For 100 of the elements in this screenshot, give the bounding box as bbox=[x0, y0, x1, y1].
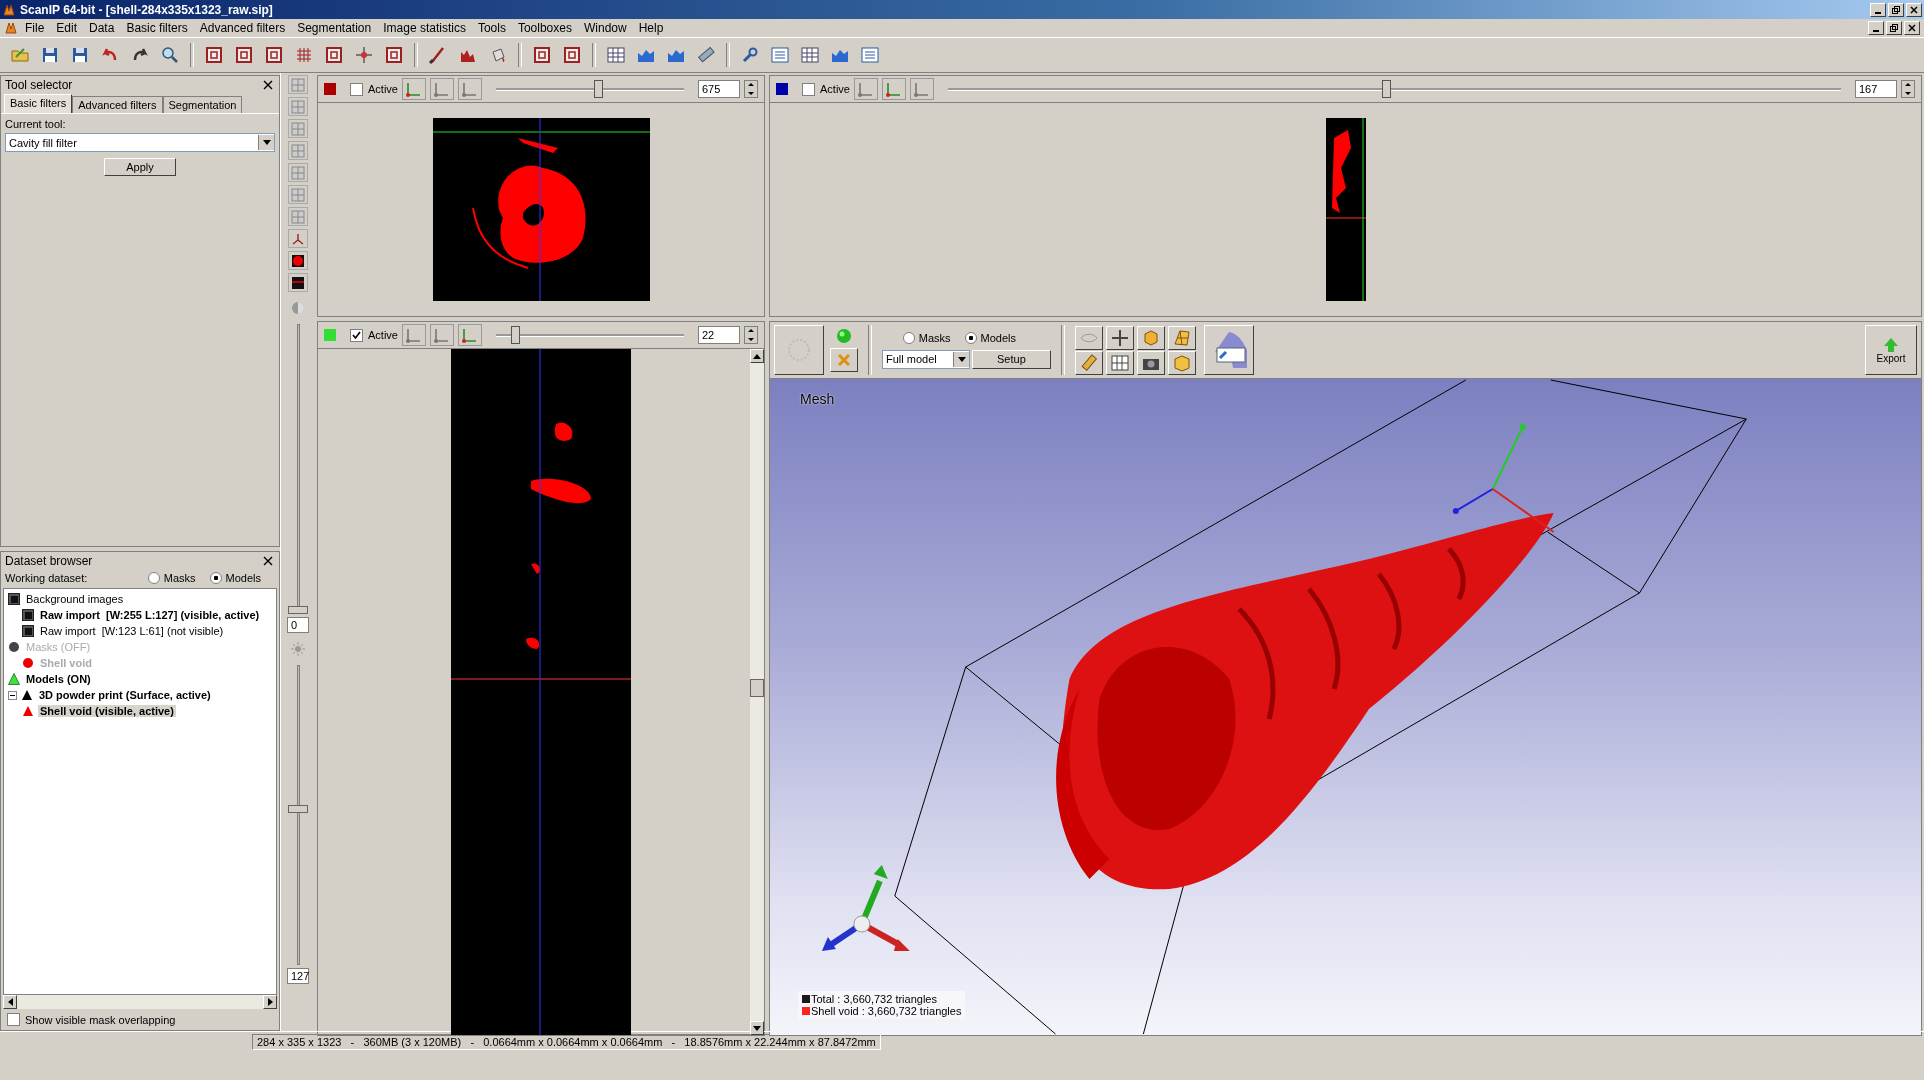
close-button[interactable] bbox=[261, 78, 275, 92]
scrollbar-thumb[interactable] bbox=[750, 678, 764, 697]
menu-item[interactable]: Tools bbox=[472, 21, 511, 35]
tree-item[interactable]: Raw import [W:123 L:61] (not visible) bbox=[38, 625, 226, 637]
close-button[interactable] bbox=[261, 554, 275, 568]
checkbox[interactable]: Active bbox=[350, 328, 398, 342]
orientation-button[interactable] bbox=[457, 324, 482, 346]
setup-button[interactable]: Setup bbox=[972, 349, 1051, 369]
menu-item[interactable]: Basic filters bbox=[121, 21, 193, 35]
radio-button[interactable]: Models bbox=[209, 572, 261, 584]
slice-slider[interactable] bbox=[947, 79, 1841, 99]
value-field[interactable]: 127 bbox=[287, 968, 309, 984]
menu-item[interactable]: Toolboxes bbox=[512, 21, 577, 35]
slice-view-button[interactable] bbox=[288, 273, 308, 292]
close-icon bbox=[263, 556, 273, 566]
restore-icon bbox=[1890, 24, 1898, 32]
mask-view-button[interactable] bbox=[288, 251, 308, 270]
tree-item[interactable]: Background images bbox=[24, 593, 126, 605]
3d-viewport[interactable]: Mesh Total : 3,660,732 triangles Shell void : 3,660,732 triangles bbox=[770, 379, 1921, 1035]
tool-button[interactable] bbox=[1074, 350, 1103, 375]
checkbox[interactable]: Active bbox=[802, 82, 850, 96]
up-arrow-icon bbox=[1883, 336, 1899, 353]
horizontal-scrollbar[interactable] bbox=[3, 995, 277, 1009]
cancel-button[interactable] bbox=[830, 348, 858, 372]
value-field[interactable]: 0 bbox=[287, 617, 309, 633]
slice-slider[interactable] bbox=[495, 325, 684, 345]
status-light-icon bbox=[836, 328, 852, 344]
table-icon bbox=[1109, 352, 1130, 373]
tab[interactable]: Advanced filters bbox=[72, 96, 163, 113]
slice-number-field[interactable]: 22 bbox=[698, 326, 740, 344]
menu-item[interactable]: Edit bbox=[51, 21, 83, 35]
tool-button[interactable] bbox=[1136, 350, 1165, 375]
tree-item[interactable]: Models (ON) bbox=[24, 673, 93, 685]
checkbox[interactable]: Active bbox=[350, 82, 398, 96]
layout-icon bbox=[291, 77, 305, 92]
tab[interactable]: Basic filters bbox=[4, 94, 73, 113]
checkbox[interactable]: Show visible mask overlapping bbox=[1, 1009, 279, 1030]
menu-item[interactable]: Segmentation bbox=[292, 21, 377, 35]
menu-item[interactable]: File bbox=[20, 21, 50, 35]
vertical-slider[interactable] bbox=[288, 665, 308, 965]
framed-square-icon bbox=[324, 45, 344, 65]
render-button[interactable] bbox=[774, 325, 824, 375]
minimize-button[interactable] bbox=[1870, 2, 1886, 17]
framed-square-icon bbox=[562, 45, 582, 65]
slider-thumb[interactable] bbox=[593, 80, 603, 98]
table-icon bbox=[800, 45, 820, 65]
tool-button[interactable] bbox=[1136, 325, 1165, 350]
tool-button[interactable] bbox=[1074, 325, 1103, 350]
slice-number-field[interactable]: 167 bbox=[1855, 80, 1897, 98]
orientation-button[interactable] bbox=[401, 78, 426, 100]
wrench-icon bbox=[740, 45, 760, 65]
radio-button[interactable]: Models bbox=[964, 331, 1016, 344]
spin-buttons[interactable] bbox=[744, 326, 758, 344]
menu-item[interactable]: Data bbox=[84, 21, 120, 35]
menu-item[interactable]: Image statistics bbox=[378, 21, 471, 35]
search-icon bbox=[160, 45, 180, 65]
viewport-title: Mesh bbox=[800, 391, 835, 407]
x-icon bbox=[837, 353, 851, 367]
up-down-arrows-icon bbox=[747, 326, 755, 344]
axes-button[interactable] bbox=[288, 229, 308, 248]
close-button[interactable] bbox=[1904, 21, 1920, 35]
list-icon bbox=[770, 45, 790, 65]
close-button[interactable] bbox=[1906, 2, 1922, 17]
vertical-slider[interactable] bbox=[288, 324, 308, 614]
tree-item[interactable]: Raw import [W:255 L:127] (visible, active) bbox=[38, 609, 262, 621]
caret-icon bbox=[262, 140, 271, 145]
restore-button[interactable] bbox=[1886, 21, 1902, 35]
slice-slider[interactable] bbox=[495, 79, 684, 99]
menu-item[interactable]: Help bbox=[633, 21, 669, 35]
tool-button[interactable] bbox=[1105, 350, 1134, 375]
export-button[interactable]: Export bbox=[1865, 325, 1917, 375]
restore-button[interactable] bbox=[1888, 2, 1904, 17]
slice-number-field[interactable]: 675 bbox=[698, 80, 740, 98]
panel-title: Tool selector bbox=[5, 78, 73, 92]
spin-buttons[interactable] bbox=[744, 80, 758, 98]
3d-settings-button[interactable] bbox=[1203, 325, 1254, 375]
caret-icon bbox=[957, 356, 966, 362]
radio-button[interactable]: Masks bbox=[147, 572, 196, 584]
tool-button[interactable] bbox=[1105, 325, 1134, 350]
menu-item[interactable]: Window bbox=[578, 21, 632, 35]
model-dropdown[interactable]: Full model bbox=[882, 349, 970, 369]
vertical-scrollbar[interactable] bbox=[750, 349, 764, 1035]
tab[interactable]: Segmentation bbox=[162, 96, 243, 113]
close-icon bbox=[263, 80, 273, 90]
tool-button[interactable] bbox=[1167, 350, 1196, 375]
apply-button[interactable]: Apply bbox=[104, 158, 176, 176]
collapse-icon[interactable] bbox=[8, 690, 17, 700]
slider-thumb[interactable] bbox=[510, 326, 520, 344]
tree-item[interactable]: 3D powder print (Surface, active) bbox=[37, 689, 213, 701]
spin-buttons[interactable] bbox=[1901, 80, 1915, 98]
minimize-button[interactable] bbox=[1868, 21, 1884, 35]
radio-button[interactable]: Masks bbox=[902, 331, 951, 344]
tool-dropdown[interactable]: Cavity fill filter bbox=[5, 133, 275, 152]
tree-item[interactable]: Shell void (visible, active) bbox=[38, 705, 176, 717]
slider-thumb[interactable] bbox=[1381, 80, 1391, 98]
tool-button[interactable] bbox=[1167, 325, 1196, 350]
menu-item[interactable]: Advanced filters bbox=[194, 21, 291, 35]
move-icon bbox=[1109, 327, 1130, 348]
up-down-arrows-icon bbox=[747, 80, 755, 98]
orientation-button[interactable] bbox=[881, 78, 906, 100]
